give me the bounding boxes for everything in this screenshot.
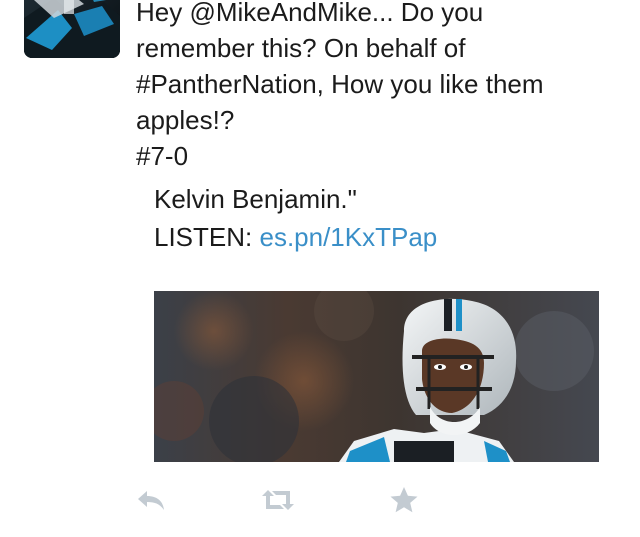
- quoted-line-2: LISTEN: es.pn/1KxTPap: [154, 218, 624, 256]
- reply-icon: [138, 491, 164, 510]
- quoted-line-1: Kelvin Benjamin.": [154, 184, 357, 214]
- retweet-icon: [262, 490, 294, 510]
- tweet-media-image[interactable]: [154, 291, 599, 462]
- retweet-button[interactable]: [258, 482, 298, 518]
- quoted-link[interactable]: es.pn/1KxTPap: [259, 222, 437, 252]
- reply-button[interactable]: [131, 482, 171, 518]
- avatar[interactable]: [24, 0, 120, 58]
- quoted-content[interactable]: Kelvin Benjamin." LISTEN: es.pn/1KxTPap: [154, 180, 624, 256]
- panther-logo-icon: [24, 0, 120, 58]
- listen-label: LISTEN:: [154, 222, 260, 252]
- player-photo: [154, 291, 599, 462]
- tweet-actions: [0, 482, 640, 522]
- tweet-page: Hey @MikeAndMike... Do you remember this…: [0, 0, 640, 537]
- tweet-text: Hey @MikeAndMike... Do you remember this…: [136, 0, 544, 171]
- favorite-button[interactable]: [384, 482, 424, 518]
- star-icon: [390, 487, 418, 513]
